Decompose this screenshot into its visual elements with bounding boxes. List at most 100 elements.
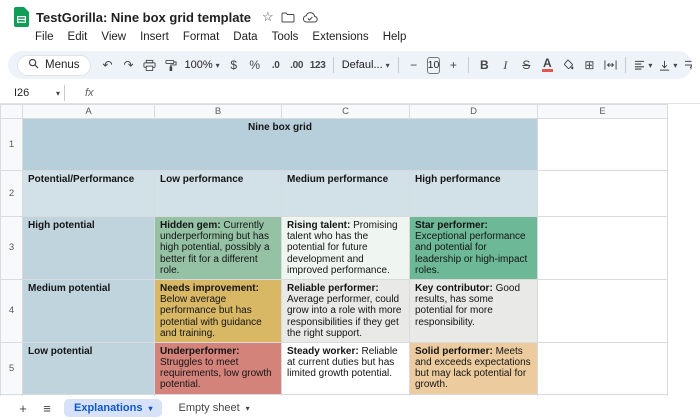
name-box[interactable]: I26 ▾ (14, 87, 60, 99)
chevron-down-icon: ▾ (245, 403, 250, 413)
undo-button[interactable]: ↶ (98, 54, 118, 76)
cell-b2[interactable]: Low performance (154, 170, 282, 217)
merge-cells-button[interactable] (600, 54, 620, 76)
cell-c3[interactable]: Rising talent: Promising talent who has … (281, 216, 410, 280)
menu-item-file[interactable]: File (28, 31, 61, 43)
chevron-down-icon: ▾ (648, 60, 653, 70)
doc-title[interactable]: TestGorilla: Nine box grid template (36, 10, 251, 25)
increase-font-size-button[interactable]: + (443, 54, 463, 76)
select-all-corner[interactable] (0, 104, 23, 119)
col-header-e[interactable]: E (537, 104, 668, 119)
cell-lead: Reliable performer: (287, 282, 379, 294)
cell-a2[interactable]: Potential/Performance (22, 170, 155, 217)
row-header-2[interactable]: 2 (0, 170, 23, 217)
menu-item-edit[interactable]: Edit (61, 31, 95, 43)
header-potential-performance: Potential/Performance (28, 174, 135, 185)
menus-search-button[interactable]: Menus (17, 54, 91, 76)
row-header-1[interactable]: 1 (0, 118, 23, 171)
cell-e4[interactable] (537, 278, 668, 343)
toolbar-divider (397, 57, 399, 73)
cell-d3[interactable]: Star performer: Exceptional performance … (409, 216, 538, 280)
cell-b5[interactable]: Underperformer: Struggles to meet requir… (154, 341, 282, 395)
cell-a5[interactable]: Low potential (22, 341, 155, 395)
all-sheets-button[interactable]: ≡ (36, 401, 58, 416)
cell-lead: Needs improvement: (160, 282, 259, 294)
text-wrap-button[interactable]: ▾ (681, 60, 692, 70)
cloud-status-icon[interactable] (302, 11, 318, 23)
cell-e2[interactable] (537, 170, 668, 217)
increase-decimal-button[interactable]: .00 (287, 54, 307, 76)
vertical-align-button[interactable]: ▾ (656, 60, 680, 71)
borders-button[interactable]: ⊞ (579, 54, 599, 76)
zoom-selector[interactable]: 100% ▾ (182, 59, 223, 71)
menu-item-help[interactable]: Help (376, 31, 414, 43)
formula-bar-divider (64, 85, 65, 101)
cell-b3[interactable]: Hidden gem: Currently underperforming bu… (154, 216, 282, 280)
cell-lead: Solid performer: (415, 345, 493, 357)
menu-item-format[interactable]: Format (176, 31, 226, 43)
sheet-title-text: Nine box grid (248, 122, 312, 133)
toolbar-divider (332, 57, 334, 73)
col-header-d[interactable]: D (409, 104, 538, 119)
cell-b4[interactable]: Needs improvement: Below average perform… (154, 278, 282, 343)
move-folder-icon[interactable] (281, 12, 295, 23)
menu-item-data[interactable]: Data (226, 31, 264, 43)
cell-a3[interactable]: High potential (22, 216, 155, 280)
decrease-font-size-button[interactable]: − (404, 54, 424, 76)
number-format-button[interactable]: 123 (308, 54, 328, 76)
cell-lead: Hidden gem: (160, 220, 221, 231)
menu-item-tools[interactable]: Tools (265, 31, 306, 43)
horizontal-align-button[interactable]: ▾ (631, 60, 655, 70)
bold-button[interactable]: B (474, 54, 494, 76)
cell-text: Struggles to meet requirements, low grow… (160, 357, 272, 391)
col-header-c[interactable]: C (281, 104, 410, 119)
cell-e3[interactable] (537, 216, 668, 280)
decrease-decimal-button[interactable]: .0 (266, 54, 286, 76)
cell-lead: Key contributor: (415, 282, 493, 294)
cell-d5[interactable]: Solid performer: Meets and exceeds expec… (409, 341, 538, 395)
strikethrough-button[interactable]: S (516, 54, 536, 76)
italic-button[interactable]: I (495, 54, 515, 76)
row-header-5[interactable]: 5 (0, 341, 23, 395)
menu-item-extensions[interactable]: Extensions (305, 31, 375, 43)
print-button[interactable] (140, 54, 160, 76)
cell-c5[interactable]: Steady worker: Reliable at current dutie… (281, 341, 410, 395)
text-color-button[interactable]: A (537, 54, 557, 76)
fx-icon: fx (85, 87, 94, 99)
cell-lead: Star performer: (415, 220, 488, 231)
chevron-down-icon: ▾ (215, 60, 220, 70)
sheets-logo-icon[interactable] (14, 7, 29, 27)
percent-format-button[interactable]: % (245, 54, 265, 76)
cell-e1[interactable] (537, 118, 668, 171)
sheet-tab-empty-sheet[interactable]: Empty sheet ▾ (168, 399, 259, 417)
chevron-down-icon: ▾ (385, 60, 390, 70)
currency-format-button[interactable]: $ (224, 54, 244, 76)
cell-e5[interactable] (537, 341, 668, 395)
col-header-a[interactable]: A (22, 104, 155, 119)
paint-format-button[interactable] (161, 54, 181, 76)
add-sheet-button[interactable]: + (12, 401, 34, 416)
row-header-3[interactable]: 3 (0, 216, 23, 280)
search-icon (28, 58, 39, 72)
fill-color-button[interactable] (558, 54, 578, 76)
menu-item-view[interactable]: View (94, 31, 133, 43)
cell-c2[interactable]: Medium performance (281, 170, 410, 217)
font-size-input[interactable]: 10 (426, 56, 441, 74)
label-low-potential: Low potential (28, 345, 93, 357)
cell-a1-title[interactable]: Nine box grid (22, 118, 538, 171)
menu-item-insert[interactable]: Insert (133, 31, 176, 43)
cell-a4[interactable]: Medium potential (22, 278, 155, 343)
font-selector[interactable]: Defaul... ▾ (339, 59, 393, 71)
row-header-4[interactable]: 4 (0, 278, 23, 343)
cell-d2[interactable]: High performance (409, 170, 538, 217)
sheet-tab-label: Explanations (74, 402, 143, 414)
spreadsheet-grid: A B C D E 1 Nine box grid 2 Potential/Pe… (0, 104, 668, 396)
cell-text: Below average performance but has potent… (160, 294, 262, 339)
col-header-b[interactable]: B (154, 104, 282, 119)
sheet-tab-explanations[interactable]: Explanations ▾ (64, 399, 163, 417)
cell-d4[interactable]: Key contributor: Good results, has some … (409, 278, 538, 343)
star-icon[interactable]: ☆ (262, 9, 274, 25)
cell-c4[interactable]: Reliable performer: Average performer, c… (281, 278, 410, 343)
spreadsheet-area: A B C D E 1 Nine box grid 2 Potential/Pe… (0, 104, 700, 396)
redo-button[interactable]: ↷ (119, 54, 139, 76)
